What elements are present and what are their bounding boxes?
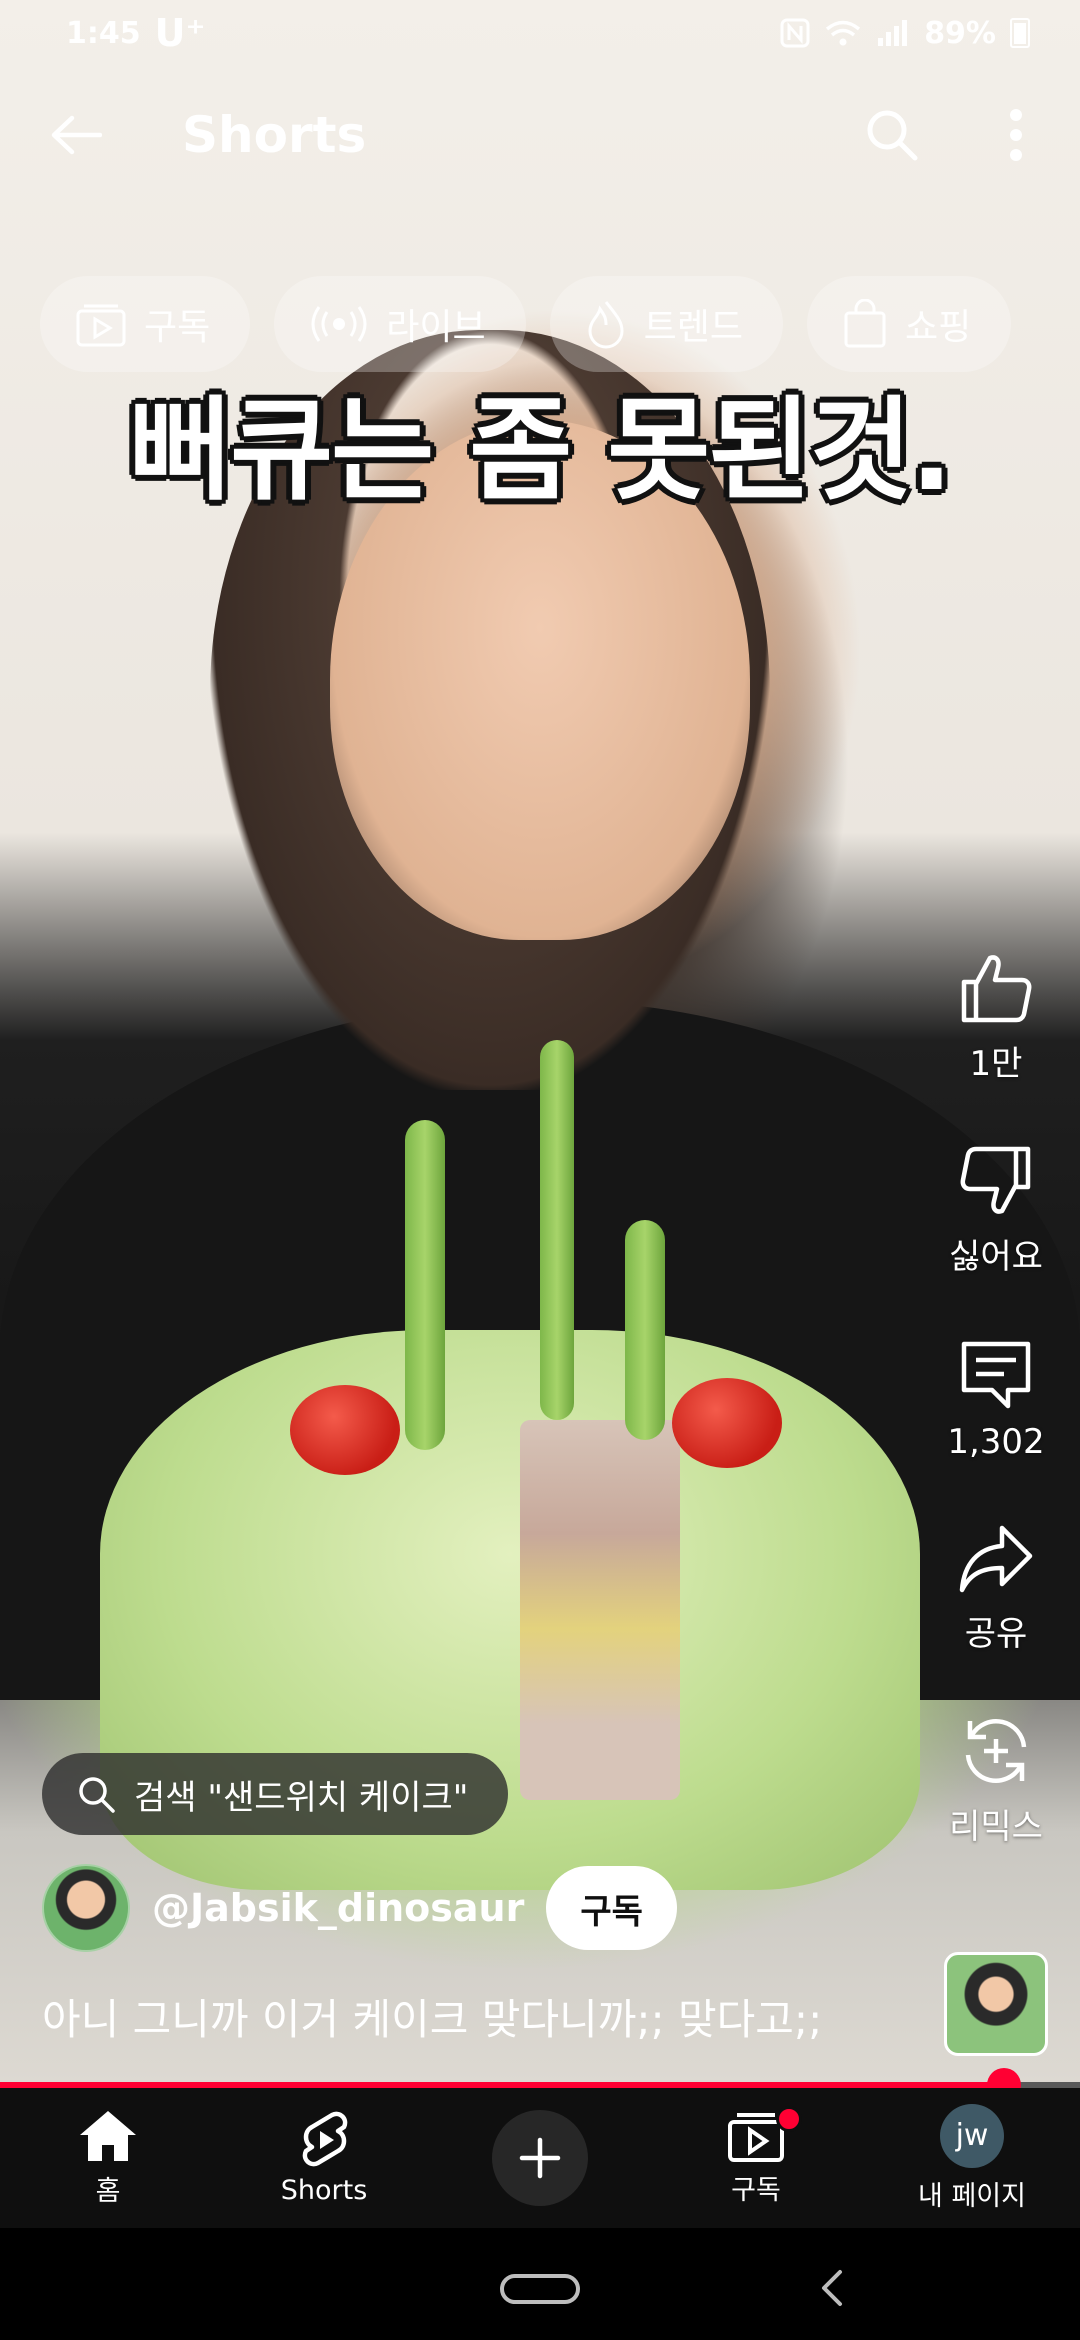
chip-shopping[interactable]: 쇼핑 bbox=[807, 276, 1012, 372]
action-rail: 1만 싫어요 1,302 공유 리믹스 bbox=[926, 950, 1066, 1906]
notification-dot bbox=[776, 2106, 802, 2132]
dislike-button[interactable]: 싫어요 bbox=[949, 1143, 1043, 1278]
search-icon bbox=[867, 110, 918, 161]
subscriptions-icon bbox=[76, 304, 126, 347]
video-frame-celery bbox=[405, 1120, 445, 1450]
channel-avatar[interactable] bbox=[42, 1864, 130, 1952]
comment-count: 1,302 bbox=[947, 1422, 1045, 1462]
sound-thumbnail[interactable] bbox=[944, 1952, 1048, 2056]
nav-subscriptions[interactable]: 구독 bbox=[648, 2088, 864, 2228]
system-home-button[interactable] bbox=[500, 2274, 580, 2304]
chip-label: 쇼핑 bbox=[905, 307, 972, 348]
top-app-bar: Shorts bbox=[0, 80, 1080, 190]
status-carrier: U⁺ bbox=[154, 11, 206, 55]
category-chips: 구독 라이브 트렌드 쇼핑 bbox=[40, 276, 1012, 372]
video-caption-overlay: 뻐큐는 좀 못된것. bbox=[129, 386, 953, 516]
channel-row: @Jabsik_dinosaur 구독 bbox=[42, 1864, 677, 1952]
video-frame-tomato bbox=[672, 1378, 782, 1468]
chip-trending[interactable]: 트렌드 bbox=[549, 276, 783, 372]
comment-icon bbox=[961, 1341, 1031, 1409]
nav-shorts[interactable]: Shorts bbox=[216, 2088, 432, 2228]
search-button[interactable] bbox=[856, 99, 928, 171]
nav-create[interactable] bbox=[432, 2088, 648, 2228]
remix-button[interactable]: 리믹스 bbox=[949, 1713, 1043, 1848]
signal-icon bbox=[878, 20, 908, 46]
wifi-icon bbox=[826, 20, 861, 46]
back-button[interactable] bbox=[40, 99, 112, 171]
system-back-icon[interactable] bbox=[812, 2268, 852, 2308]
page-title: Shorts bbox=[182, 106, 367, 164]
more-vertical-icon bbox=[1010, 109, 1022, 161]
chip-label: 트렌드 bbox=[643, 307, 743, 348]
create-plus-icon bbox=[519, 2137, 561, 2179]
nfc-icon bbox=[780, 18, 810, 48]
nav-home-label: 홈 bbox=[95, 2175, 121, 2207]
video-description[interactable]: 아니 그니까 이거 케이크 맞다니까;; 맞다고;; bbox=[42, 1986, 822, 2047]
channel-handle[interactable]: @Jabsik_dinosaur bbox=[152, 1886, 524, 1930]
chip-subscriptions[interactable]: 구독 bbox=[40, 276, 251, 372]
system-navigation-bar bbox=[0, 2228, 1080, 2340]
nav-home[interactable]: 홈 bbox=[0, 2088, 216, 2228]
home-icon bbox=[80, 2110, 136, 2161]
battery-percent: 89% bbox=[924, 15, 996, 51]
shorts-icon bbox=[302, 2111, 348, 2166]
nav-my-page[interactable]: jw 내 페이지 bbox=[864, 2088, 1080, 2228]
more-options-button[interactable] bbox=[990, 99, 1042, 171]
video-frame-tomato bbox=[290, 1385, 400, 1475]
trending-icon bbox=[588, 301, 624, 349]
status-time: 1:45 bbox=[66, 15, 141, 51]
live-icon bbox=[311, 306, 367, 342]
thumbs-up-icon bbox=[961, 955, 1032, 1023]
shopping-bag-icon bbox=[844, 299, 886, 348]
dislike-label: 싫어요 bbox=[949, 1237, 1043, 1277]
video-frame-cake-cut bbox=[520, 1420, 680, 1800]
share-button[interactable]: 공유 bbox=[958, 1520, 1034, 1655]
search-icon bbox=[79, 1777, 115, 1813]
related-search-label: 검색 "샌드위치 케이크" bbox=[134, 1777, 469, 1818]
comments-button[interactable]: 1,302 bbox=[947, 1336, 1045, 1462]
profile-avatar: jw bbox=[940, 2103, 1004, 2168]
chip-live[interactable]: 라이브 bbox=[274, 276, 526, 372]
like-count: 1만 bbox=[969, 1044, 1023, 1084]
like-button[interactable]: 1만 bbox=[958, 950, 1034, 1085]
battery-icon bbox=[1010, 18, 1030, 48]
remix-icon bbox=[965, 1719, 1027, 1783]
related-search-chip[interactable]: 검색 "샌드위치 케이크" bbox=[42, 1753, 509, 1835]
nav-my-page-label: 내 페이지 bbox=[918, 2180, 1026, 2212]
create-button[interactable] bbox=[492, 2110, 588, 2206]
nav-shorts-label: Shorts bbox=[280, 2174, 368, 2206]
video-frame-celery bbox=[625, 1220, 665, 1440]
arrow-left-icon bbox=[51, 115, 102, 155]
video-frame-asparagus bbox=[540, 1040, 574, 1420]
nav-subscriptions-label: 구독 bbox=[731, 2174, 781, 2206]
chip-label: 라이브 bbox=[386, 307, 486, 348]
chip-label: 구독 bbox=[144, 307, 211, 348]
status-bar: 1:45 U⁺ 89% bbox=[0, 0, 1080, 66]
subscribe-button[interactable]: 구독 bbox=[546, 1866, 677, 1950]
share-label: 공유 bbox=[964, 1614, 1028, 1654]
bottom-navigation: 홈 Shorts 구독 jw 내 페이지 bbox=[0, 2088, 1080, 2228]
remix-label: 리믹스 bbox=[949, 1807, 1043, 1847]
thumbs-down-icon bbox=[960, 1146, 1031, 1214]
share-icon bbox=[959, 1525, 1033, 1593]
